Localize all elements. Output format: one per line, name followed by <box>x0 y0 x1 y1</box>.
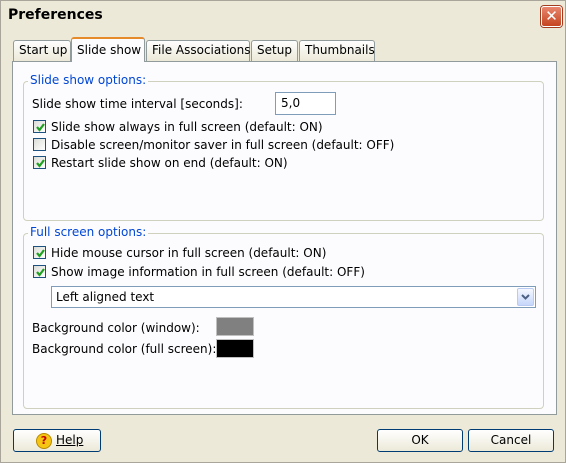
text-alignment-select[interactable]: Left aligned text <box>51 286 536 308</box>
interval-input[interactable]: 5,0 <box>275 92 336 115</box>
tab-label: Start up <box>19 43 68 57</box>
show-image-info-label: Show image information in full screen (d… <box>51 265 365 279</box>
help-icon: ? <box>36 433 52 449</box>
ok-label: OK <box>411 433 429 447</box>
title-bar: Preferences ✕ <box>1 1 565 31</box>
close-icon: ✕ <box>545 7 558 25</box>
fullscreen-options-legend: Full screen options: <box>28 225 149 239</box>
window-title: Preferences <box>8 7 103 23</box>
checkmark-icon <box>36 123 45 132</box>
slideshow-options-legend: Slide show options: <box>28 73 149 87</box>
interval-label: Slide show time interval [seconds]: <box>32 97 243 111</box>
checkmark-icon <box>36 159 45 168</box>
help-label: Help <box>56 433 84 447</box>
tab-label: Setup <box>257 43 292 57</box>
preferences-dialog: Preferences ✕ Start up Slide show File A… <box>0 0 566 463</box>
ok-button[interactable]: OK <box>377 429 463 452</box>
tab-start-up[interactable]: Start up <box>13 40 71 61</box>
hide-cursor-checkbox[interactable] <box>33 246 46 259</box>
cancel-button[interactable]: Cancel <box>468 429 554 452</box>
restart-slideshow-checkbox[interactable] <box>33 156 46 169</box>
checkmark-icon <box>36 249 45 258</box>
show-image-info-checkbox[interactable] <box>33 265 46 278</box>
text-alignment-value: Left aligned text <box>56 290 155 304</box>
fullscreen-slideshow-label: Slide show always in full screen (defaul… <box>51 120 323 134</box>
dropdown-button[interactable] <box>517 288 534 306</box>
restart-slideshow-label: Restart slide show on end (default: ON) <box>51 156 288 170</box>
fullscreen-slideshow-checkbox[interactable] <box>33 120 46 133</box>
bg-fullscreen-color-swatch[interactable] <box>216 339 254 358</box>
tab-slide-show[interactable]: Slide show <box>71 37 145 62</box>
tab-file-associations[interactable]: File Associations <box>146 40 250 61</box>
bg-window-color-swatch[interactable] <box>216 317 254 336</box>
checkmark-icon <box>36 268 45 277</box>
disable-screensaver-label: Disable screen/monitor saver in full scr… <box>51 138 395 152</box>
tab-label: Thumbnails <box>305 43 375 57</box>
help-button[interactable]: ? Help <box>13 429 101 452</box>
tab-setup[interactable]: Setup <box>251 40 298 61</box>
hide-cursor-label: Hide mouse cursor in full screen (defaul… <box>51 246 327 260</box>
chevron-down-icon <box>521 294 530 300</box>
bg-window-label: Background color (window): <box>32 321 200 335</box>
tab-thumbnails[interactable]: Thumbnails <box>299 40 375 61</box>
cancel-label: Cancel <box>490 433 532 447</box>
bg-fullscreen-label: Background color (full screen): <box>32 342 217 356</box>
tab-label: File Associations <box>152 43 251 57</box>
close-button[interactable]: ✕ <box>541 6 562 27</box>
tab-label: Slide show <box>77 43 142 57</box>
disable-screensaver-checkbox[interactable] <box>33 138 46 151</box>
